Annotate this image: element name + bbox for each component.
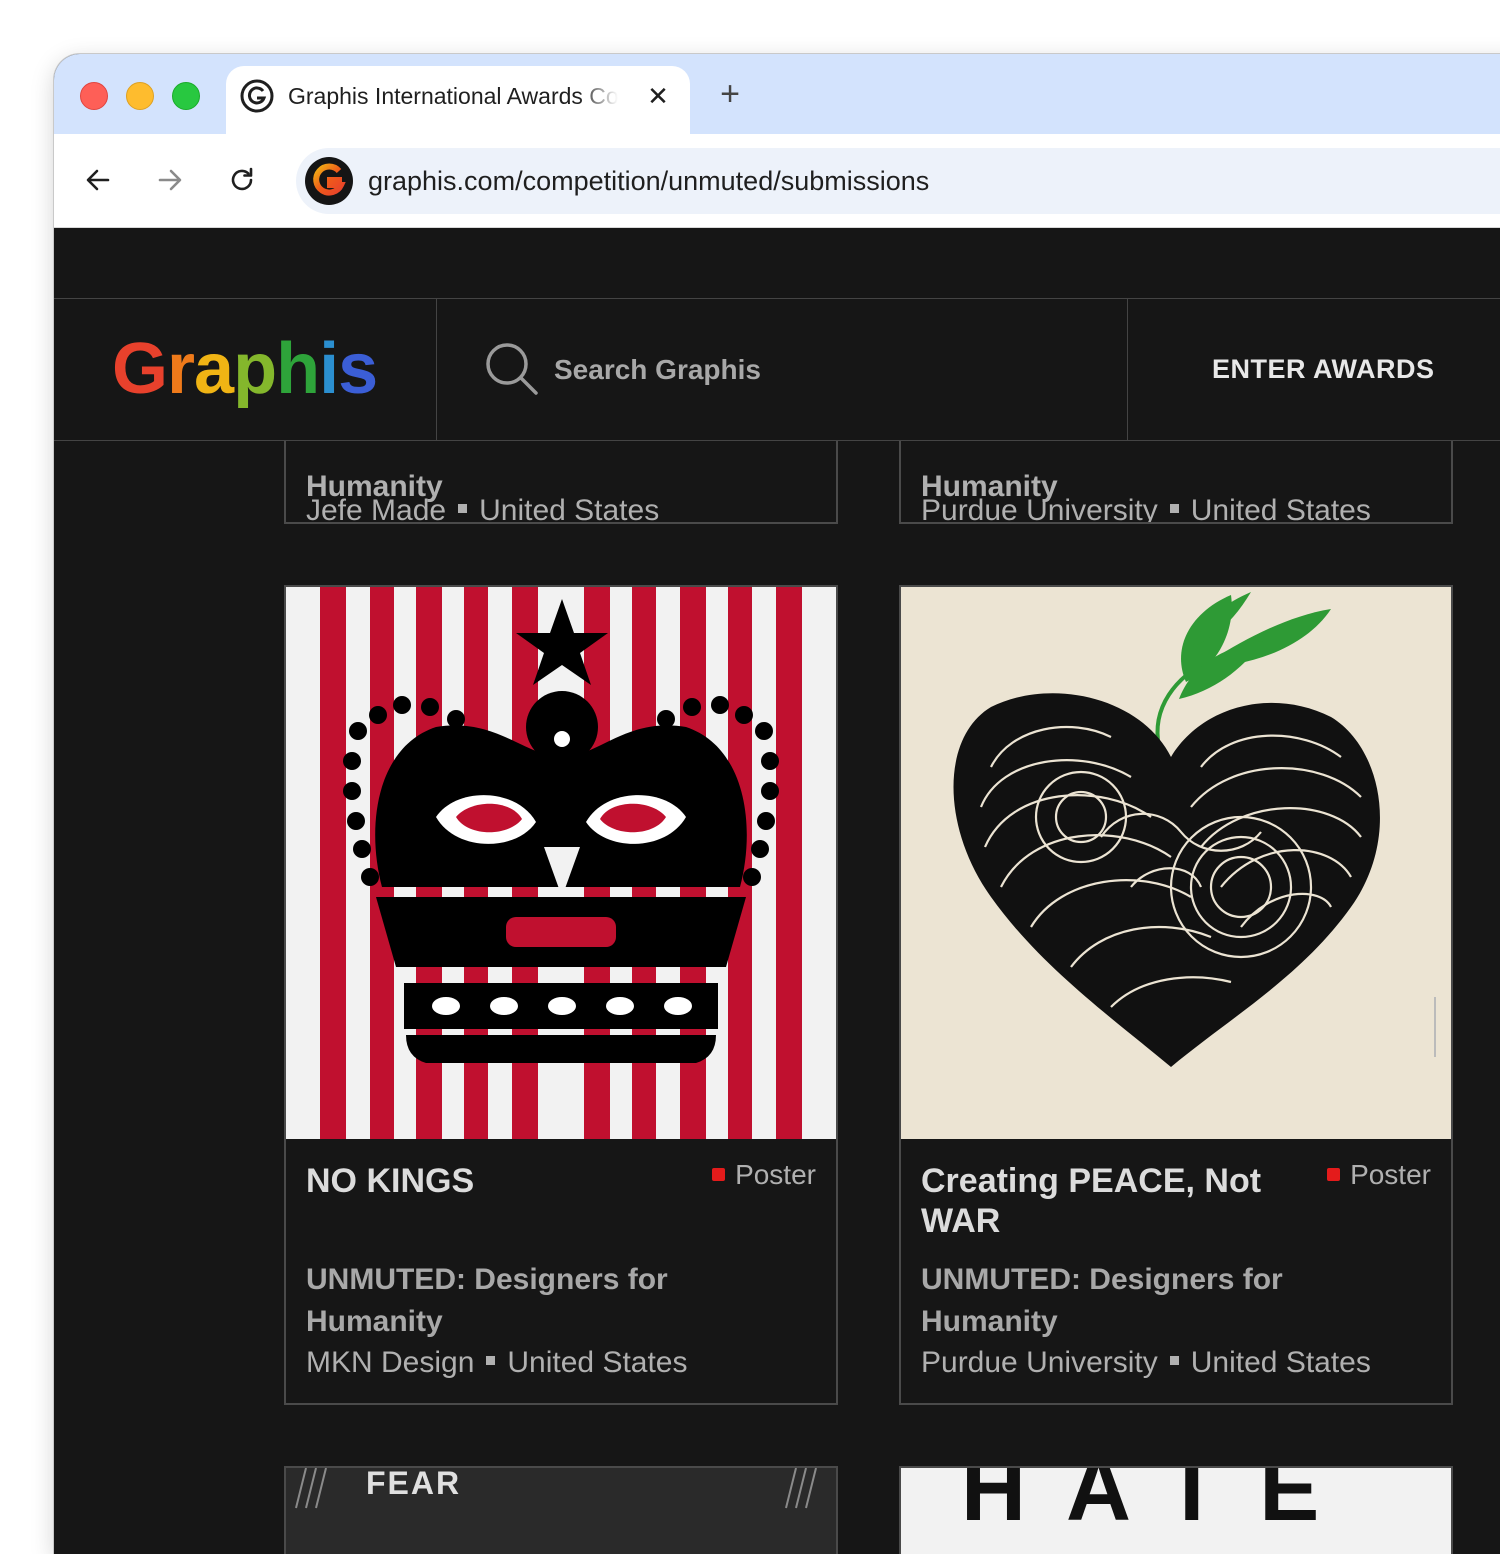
logo-letter: p [233,329,277,409]
browser-tab-active[interactable]: Graphis International Awards Competition… [226,66,690,136]
category-label: Poster [1350,1159,1431,1190]
submission-card[interactable]: NO KINGS Poster UNMUTED: Designers for H… [284,585,838,1405]
card-country: United States [1190,494,1371,524]
category-label: Poster [735,1159,816,1190]
tab-close-icon[interactable]: ✕ [642,80,674,112]
card-title[interactable]: Creating PEACE, Not WAR [921,1161,1301,1241]
card-org[interactable]: Purdue University [921,494,1158,522]
card-meta: MKN Design United States [306,1343,826,1383]
submission-card[interactable]: Creating PEACE, Not WAR Poster UNMUTED: … [899,585,1453,1405]
browser-toolbar: graphis.com/competition/unmuted/submissi… [54,134,1500,228]
logo-letter: a [194,329,234,409]
category-dot-icon [1327,1168,1341,1181]
close-window-button[interactable] [80,82,108,110]
card-country: United States [1190,1346,1371,1379]
address-bar[interactable]: graphis.com/competition/unmuted/submissi… [296,148,1500,214]
separator-square [1169,504,1179,513]
graphis-favicon-icon [240,79,274,113]
card-country: United States [507,1346,688,1379]
card-country: United States [479,494,660,524]
logo-letter: i [319,329,339,409]
logo-letter: r [167,329,195,409]
tab-title: Graphis International Awards Competition… [288,83,618,109]
graphis-logo[interactable]: Graphis [112,323,378,415]
page-content: Humanity Jefe Made United States Humanity… [54,228,1500,1554]
no-kings-poster-image[interactable] [286,587,836,1139]
site-header: Graphis ENTER AWARDS [54,298,1500,441]
card-meta: Purdue University United States [921,494,1371,524]
card-competition[interactable]: UNMUTED: Designers for Humanity [306,1259,786,1343]
tab-strip: Graphis International Awards Competition… [54,54,1500,136]
enter-awards-link[interactable]: ENTER AWARDS [1212,349,1435,389]
poster-word: FEAR [366,1468,461,1501]
logo-letter: s [338,329,378,409]
card-title[interactable]: NO KINGS [306,1161,686,1201]
card-competition[interactable]: UNMUTED: Designers for Humanity [921,1259,1401,1343]
header-divider [436,299,437,441]
card-meta: Purdue University United States [921,1343,1441,1383]
separator-square [458,504,468,513]
logo-letter: h [276,329,320,409]
poster-word: HATE [961,1468,1359,1540]
category-dot-icon [712,1168,726,1181]
card-meta: Jefe Made United States [306,494,660,524]
forward-arrow-icon[interactable] [152,162,188,198]
minimize-window-button[interactable] [126,82,154,110]
url-text: graphis.com/competition/unmuted/submissi… [368,166,930,196]
submission-card[interactable]: HATE [899,1466,1453,1554]
card-org[interactable]: MKN Design [306,1346,474,1379]
back-arrow-icon[interactable] [80,162,116,198]
separator-square [486,1356,496,1365]
logo-letter: G [112,329,168,409]
card-org[interactable]: Purdue University [921,1343,1158,1383]
graphis-site-icon[interactable] [304,156,354,206]
fear-poster-image[interactable]: FEAR [286,1468,836,1554]
category-badge: Poster [1327,1157,1431,1193]
search-icon[interactable] [484,341,540,397]
hate-poster-image[interactable]: HATE [901,1468,1451,1554]
category-badge: Poster [712,1157,816,1193]
new-tab-button[interactable]: + [712,76,748,112]
peace-poster-image[interactable] [901,587,1451,1139]
search-input[interactable] [554,347,1094,393]
submission-card[interactable]: FEAR [284,1466,838,1554]
card-org[interactable]: Jefe Made [306,494,446,522]
maximize-window-button[interactable] [172,82,200,110]
header-divider [1127,299,1128,441]
reload-icon[interactable] [224,162,260,198]
browser-window: Graphis International Awards Competition… [54,54,1500,1554]
separator-square [1169,1356,1179,1365]
